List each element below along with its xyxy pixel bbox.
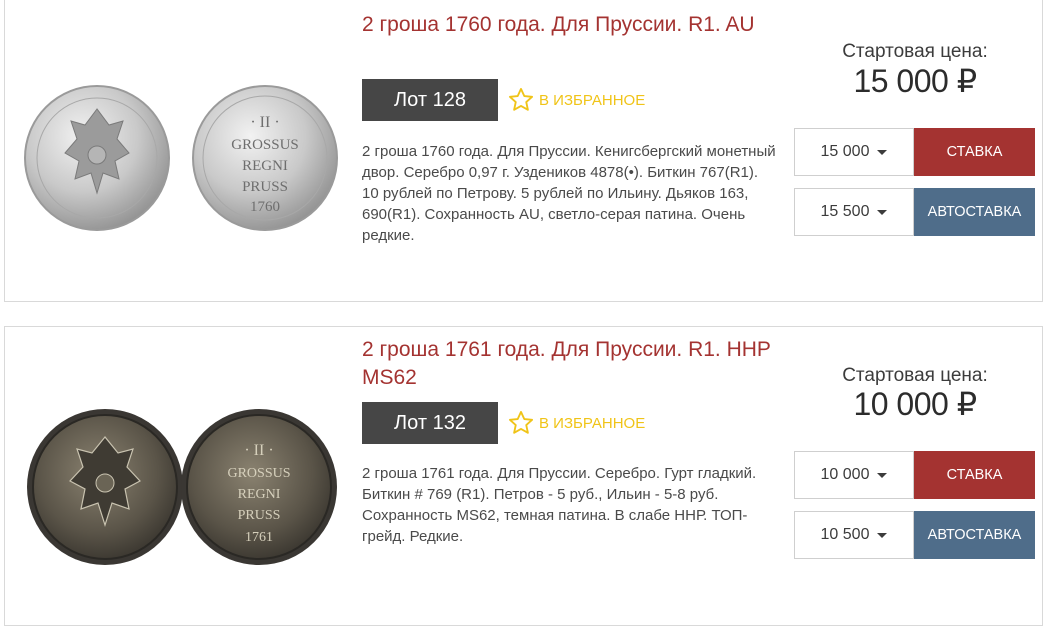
bid-amount-value: 15 000 xyxy=(820,143,870,160)
svg-text:1761: 1761 xyxy=(245,530,273,545)
svg-text:1760: 1760 xyxy=(250,199,280,215)
autobid-amount-select[interactable]: 15 500 xyxy=(794,188,914,236)
bid-amount-value: 10 000 xyxy=(820,466,870,483)
lot-card-128: · II · GROSSUS REGNI PRUSS 1760 2 гроша … xyxy=(4,0,1043,302)
lot-number-badge: Лот 128 xyxy=(362,79,498,121)
star-outline-icon xyxy=(508,87,534,111)
coin-image[interactable]: · II · GROSSUS REGNI PRUSS 1761 xyxy=(19,395,345,575)
svg-text:REGNI: REGNI xyxy=(238,487,281,502)
caret-down-icon xyxy=(877,532,888,538)
svg-text:GROSSUS: GROSSUS xyxy=(227,466,290,481)
svg-text:· II ·: · II · xyxy=(244,442,273,459)
svg-text:· II ·: · II · xyxy=(250,114,279,131)
star-outline-icon xyxy=(508,410,534,434)
lot-description: 2 гроша 1761 года. Для Пруссии. Серебро.… xyxy=(362,465,757,545)
bid-amount-select[interactable]: 15 000 xyxy=(794,128,914,176)
start-price-value: 15 000 ₽ xyxy=(853,63,977,99)
svg-text:REGNI: REGNI xyxy=(242,158,288,174)
start-price-label: Стартовая цена: xyxy=(842,41,988,62)
add-to-favorites-link[interactable]: В ИЗБРАННОЕ xyxy=(507,408,645,438)
bid-amount-select[interactable]: 10 000 xyxy=(794,451,914,499)
autobid-button[interactable]: АВТОСТАВКА xyxy=(914,511,1035,559)
start-price-label: Стартовая цена: xyxy=(842,365,988,386)
lot-title[interactable]: 2 гроша 1760 года. Для Пруссии. R1. AU xyxy=(362,11,782,39)
start-price-value: 10 000 ₽ xyxy=(853,386,977,422)
caret-down-icon xyxy=(877,472,888,478)
favorites-label: В ИЗБРАННОЕ xyxy=(539,414,646,432)
autobid-button[interactable]: АВТОСТАВКА xyxy=(914,188,1035,236)
autobid-amount-value: 15 500 xyxy=(820,203,870,220)
favorites-label: В ИЗБРАННОЕ xyxy=(539,91,646,109)
coin-photo-dark: · II · GROSSUS REGNI PRUSS 1761 xyxy=(27,409,337,565)
autobid-amount-value: 10 500 xyxy=(820,526,870,543)
place-bid-button[interactable]: СТАВКА xyxy=(914,451,1035,499)
lot-description: 2 гроша 1760 года. Для Пруссии. Кенигсбе… xyxy=(362,143,776,244)
lot-title[interactable]: 2 гроша 1761 года. Для Пруссии. R1. ННР … xyxy=(362,336,782,392)
coin-photo-silver: · II · GROSSUS REGNI PRUSS 1760 xyxy=(24,85,338,231)
svg-text:GROSSUS: GROSSUS xyxy=(231,137,299,153)
lot-number-badge: Лот 132 xyxy=(362,402,498,444)
autobid-amount-select[interactable]: 10 500 xyxy=(794,511,914,559)
lot-card-132: · II · GROSSUS REGNI PRUSS 1761 2 гроша … xyxy=(4,326,1043,626)
caret-down-icon xyxy=(877,149,888,155)
svg-text:PRUSS: PRUSS xyxy=(238,508,281,523)
svg-text:PRUSS: PRUSS xyxy=(242,179,288,195)
add-to-favorites-link[interactable]: В ИЗБРАННОЕ xyxy=(507,85,645,115)
caret-down-icon xyxy=(877,209,888,215)
coin-image[interactable]: · II · GROSSUS REGNI PRUSS 1760 xyxy=(19,69,345,249)
place-bid-button[interactable]: СТАВКА xyxy=(914,128,1035,176)
